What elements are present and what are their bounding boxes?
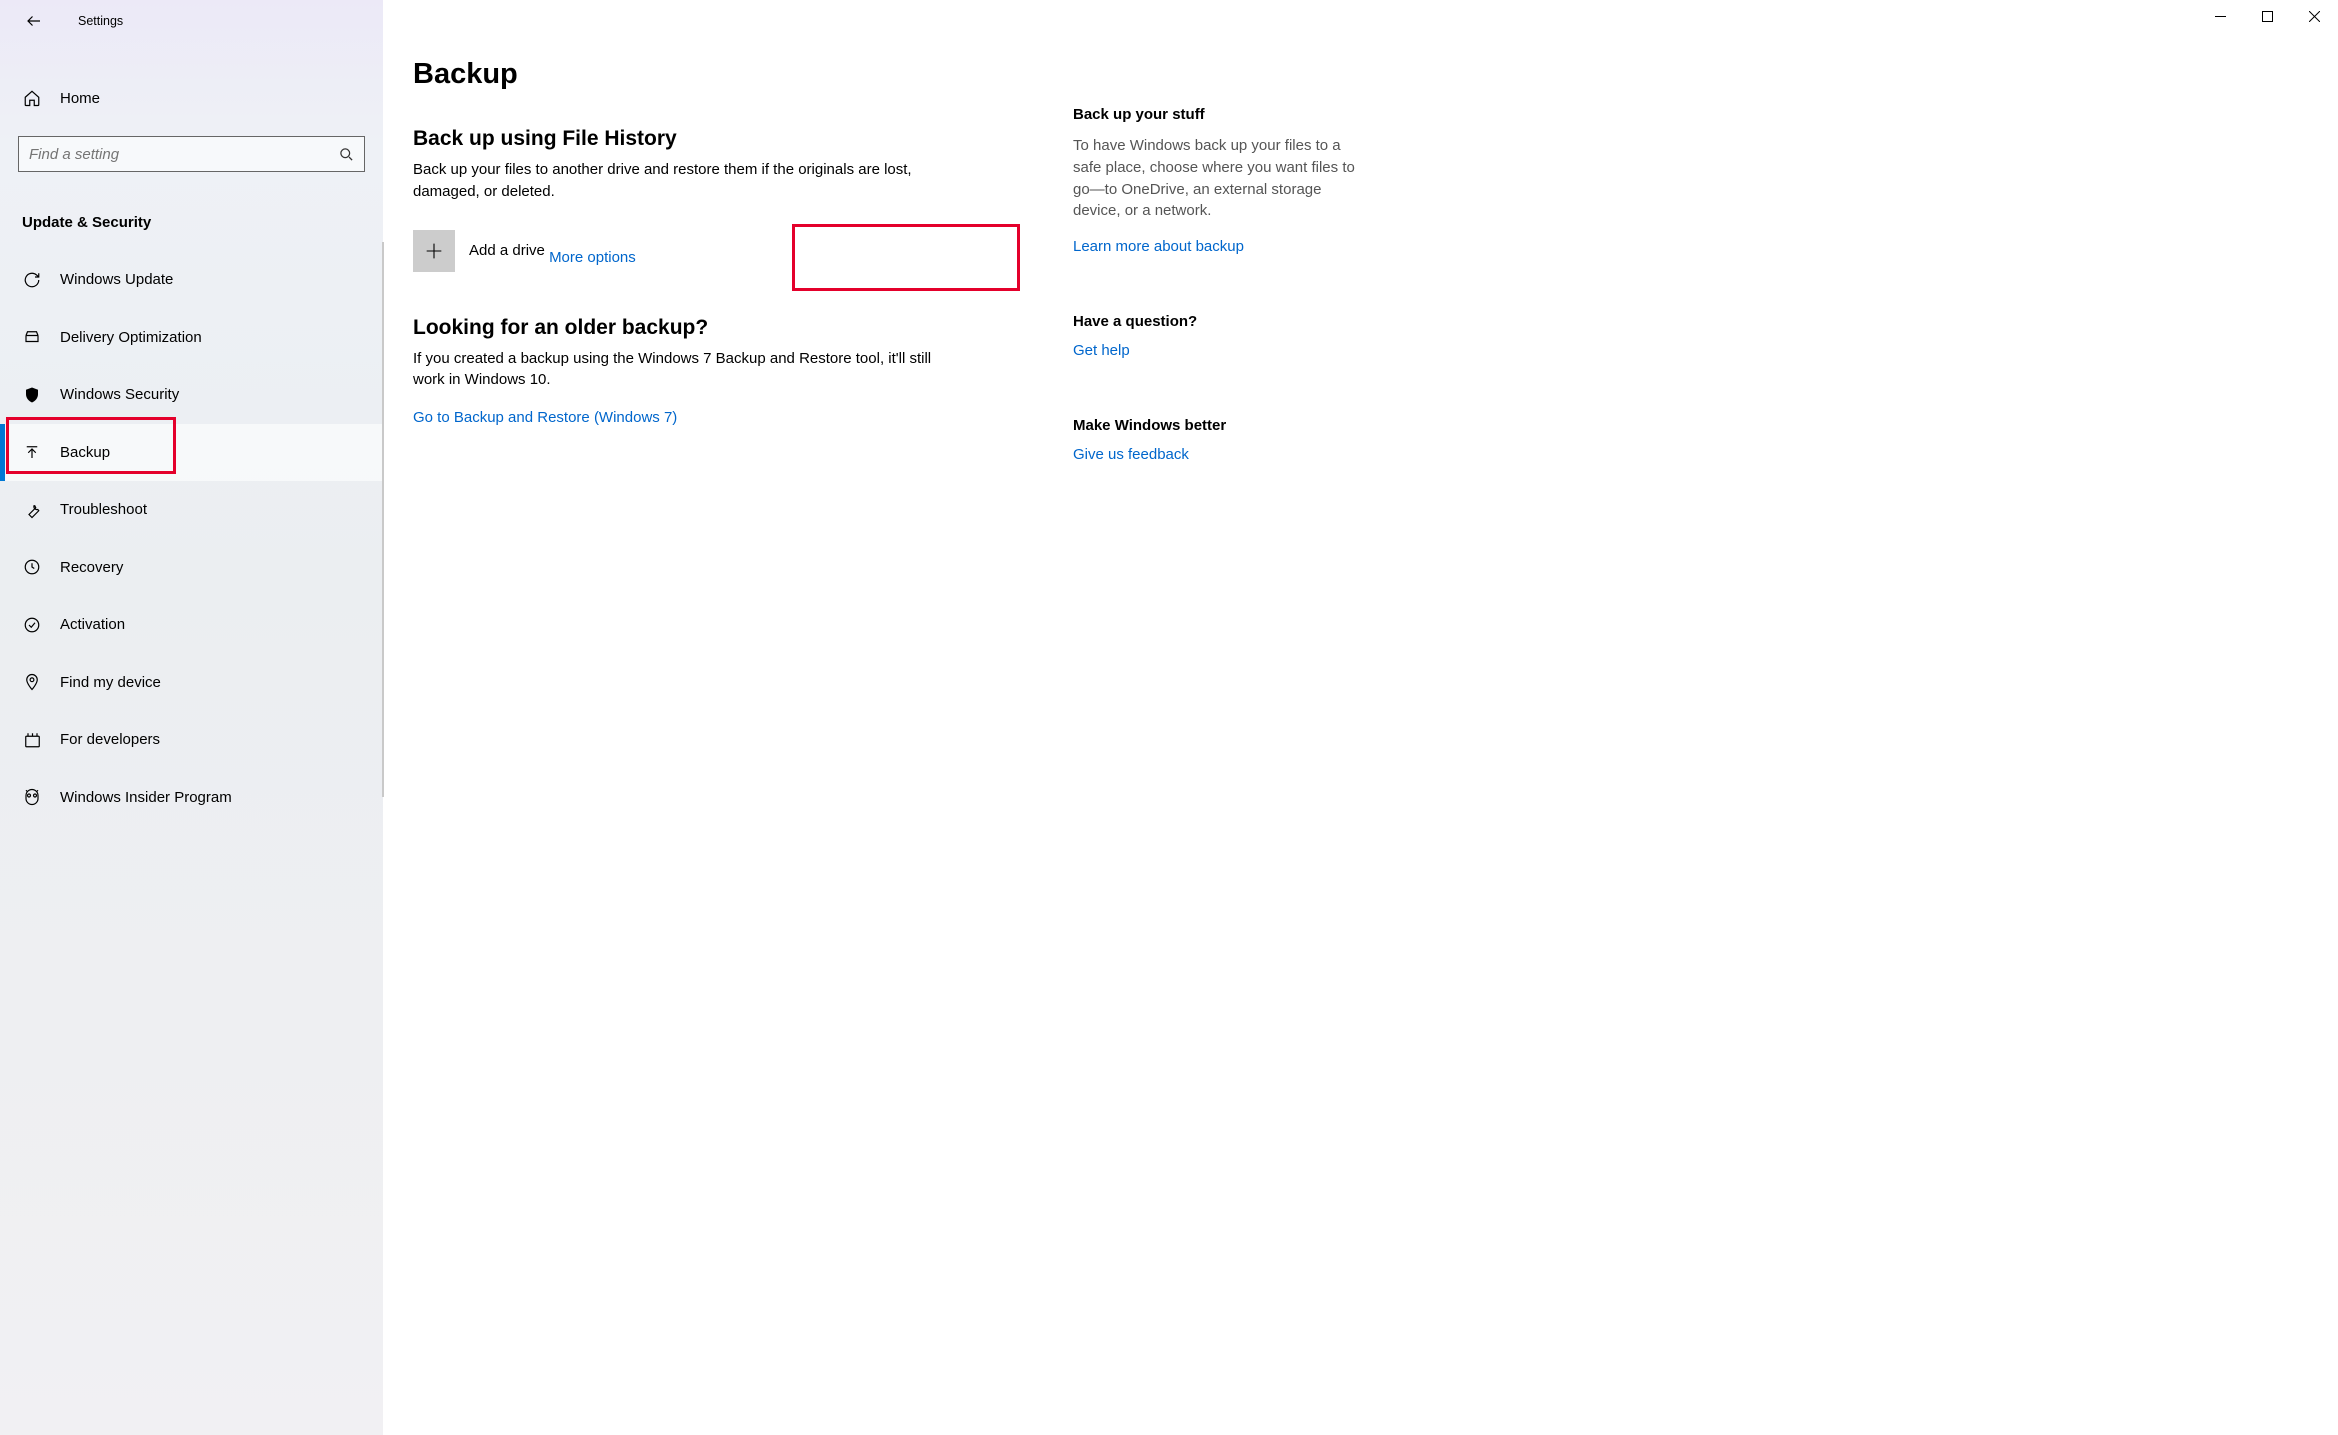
titlebar: Settings [0,0,383,42]
search-box[interactable] [18,136,365,172]
tips-heading-question: Have a question? [1073,313,1373,330]
nav-list: Windows Update Delivery Optimization Win… [0,251,383,826]
sidebar-item-label: Windows Update [60,271,173,288]
recovery-icon [22,558,42,576]
search-input[interactable] [29,146,339,163]
app-title: Settings [78,14,123,28]
plus-icon [413,230,455,272]
sidebar-item-label: Find my device [60,674,161,691]
minimize-button[interactable] [2197,0,2244,32]
page-title: Backup [413,58,1043,91]
goto-backup-restore-link[interactable]: Go to Backup and Restore (Windows 7) [413,409,677,426]
category-header: Update & Security [22,214,383,231]
sidebar-item-label: Recovery [60,559,123,576]
main-content: Backup Back up using File History Back u… [383,0,2338,1435]
search-icon [339,147,354,162]
tips-column: Back up your stuff To have Windows back … [1073,58,1373,1435]
section-body-file-history: Back up your files to another drive and … [413,159,953,203]
close-button[interactable] [2291,0,2338,32]
section-heading-file-history: Back up using File History [413,127,1043,151]
sidebar-item-windows-update[interactable]: Windows Update [0,251,383,309]
home-label: Home [60,90,100,107]
sidebar-item-delivery-optimization[interactable]: Delivery Optimization [0,309,383,367]
developers-icon [22,731,42,749]
learn-more-link[interactable]: Learn more about backup [1073,238,1244,255]
sidebar-item-windows-security[interactable]: Windows Security [0,366,383,424]
sidebar-item-label: Activation [60,616,125,633]
annotation-highlight-add-drive [792,224,1020,291]
sidebar-item-label: Windows Insider Program [60,789,232,806]
home-icon [22,89,42,107]
wrench-icon [22,501,42,519]
get-help-link[interactable]: Get help [1073,342,1130,359]
maximize-button[interactable] [2244,0,2291,32]
tips-heading-feedback: Make Windows better [1073,417,1373,434]
sidebar-home[interactable]: Home [0,72,383,124]
sidebar-item-label: Delivery Optimization [60,329,202,346]
more-options-link[interactable]: More options [549,249,636,266]
section-heading-older-backup: Looking for an older backup? [413,316,1043,340]
sidebar-item-find-my-device[interactable]: Find my device [0,654,383,712]
location-icon [22,673,42,691]
check-circle-icon [22,616,42,634]
delivery-icon [22,328,42,346]
sidebar-item-troubleshoot[interactable]: Troubleshoot [0,481,383,539]
sidebar-item-recovery[interactable]: Recovery [0,539,383,597]
sidebar-item-for-developers[interactable]: For developers [0,711,383,769]
tips-heading-backup: Back up your stuff [1073,106,1373,123]
insider-icon [22,788,42,806]
tips-body-backup: To have Windows back up your files to a … [1073,135,1373,222]
section-body-older-backup: If you created a backup using the Window… [413,348,953,392]
add-drive-button[interactable]: Add a drive [413,228,545,274]
sync-icon [22,271,42,289]
shield-icon [22,386,42,404]
annotation-highlight-sidebar [6,417,176,474]
sidebar-item-label: Troubleshoot [60,501,147,518]
sidebar-item-windows-insider[interactable]: Windows Insider Program [0,769,383,827]
window-controls [2197,0,2338,32]
sidebar-item-label: Windows Security [60,386,179,403]
add-drive-label: Add a drive [469,242,545,259]
back-button[interactable] [20,7,48,35]
sidebar-item-activation[interactable]: Activation [0,596,383,654]
sidebar-item-label: For developers [60,731,160,748]
sidebar: Settings Home Update & Security Windows … [0,0,383,1435]
feedback-link[interactable]: Give us feedback [1073,446,1189,463]
